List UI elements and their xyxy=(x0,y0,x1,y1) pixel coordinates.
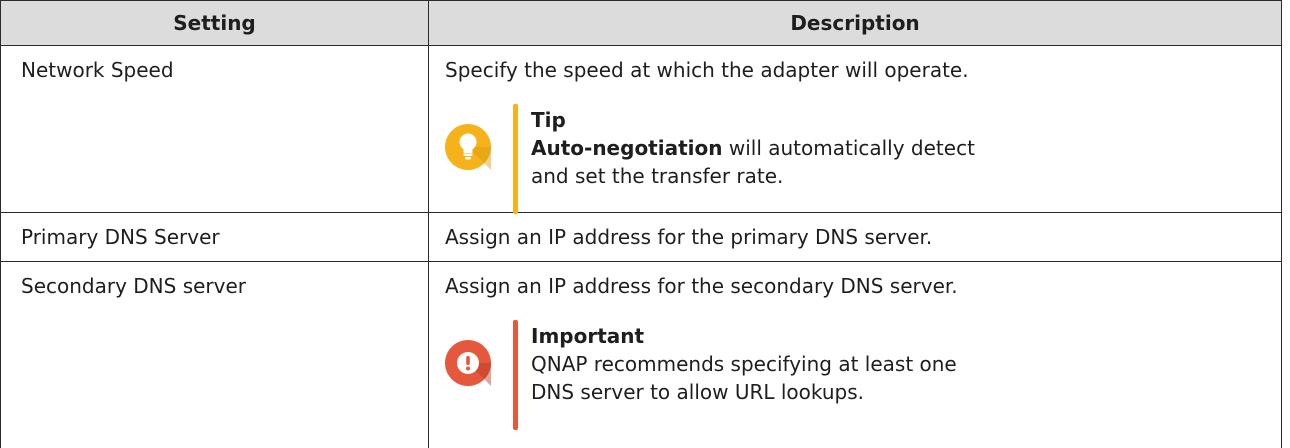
exclamation-icon xyxy=(445,340,491,386)
description-text: Assign an IP address for the primary DNS… xyxy=(445,223,1267,251)
important-body: Important QNAP recommends specifying at … xyxy=(531,322,1001,406)
important-text: QNAP recommends specifying at least one … xyxy=(531,352,957,404)
table-row-primary-dns: Primary DNS Server Assign an IP address … xyxy=(1,213,1282,262)
setting-name: Network Speed xyxy=(1,46,429,213)
settings-table: Setting Description Network Speed Specif… xyxy=(0,0,1282,448)
table-row-network-speed: Network Speed Specify the speed at which… xyxy=(1,46,1282,213)
important-title: Important xyxy=(531,322,1001,350)
setting-name: Secondary DNS server xyxy=(1,262,429,448)
description-cell: Specify the speed at which the adapter w… xyxy=(429,46,1282,213)
important-callout: Important QNAP recommends specifying at … xyxy=(445,320,1267,428)
description-text: Assign an IP address for the secondary D… xyxy=(445,272,1267,300)
setting-name: Primary DNS Server xyxy=(1,213,429,262)
description-text: Specify the speed at which the adapter w… xyxy=(445,56,1267,84)
lightbulb-icon xyxy=(445,124,491,170)
important-accent-bar xyxy=(513,320,518,430)
description-cell: Assign an IP address for the primary DNS… xyxy=(429,213,1282,262)
tip-callout: Tip Auto-negotiation will automatically … xyxy=(445,104,1267,212)
tip-title: Tip xyxy=(531,106,1001,134)
tip-text: Auto-negotiation will automatically dete… xyxy=(531,136,975,188)
tip-accent-bar xyxy=(513,104,518,214)
description-column-header: Description xyxy=(429,1,1282,46)
tip-body: Tip Auto-negotiation will automatically … xyxy=(531,106,1001,190)
setting-column-header: Setting xyxy=(1,1,429,46)
table-header-row: Setting Description xyxy=(1,1,1282,46)
description-cell: Assign an IP address for the secondary D… xyxy=(429,262,1282,448)
tip-keyword: Auto-negotiation xyxy=(531,136,722,160)
table-row-secondary-dns: Secondary DNS server Assign an IP addres… xyxy=(1,262,1282,448)
